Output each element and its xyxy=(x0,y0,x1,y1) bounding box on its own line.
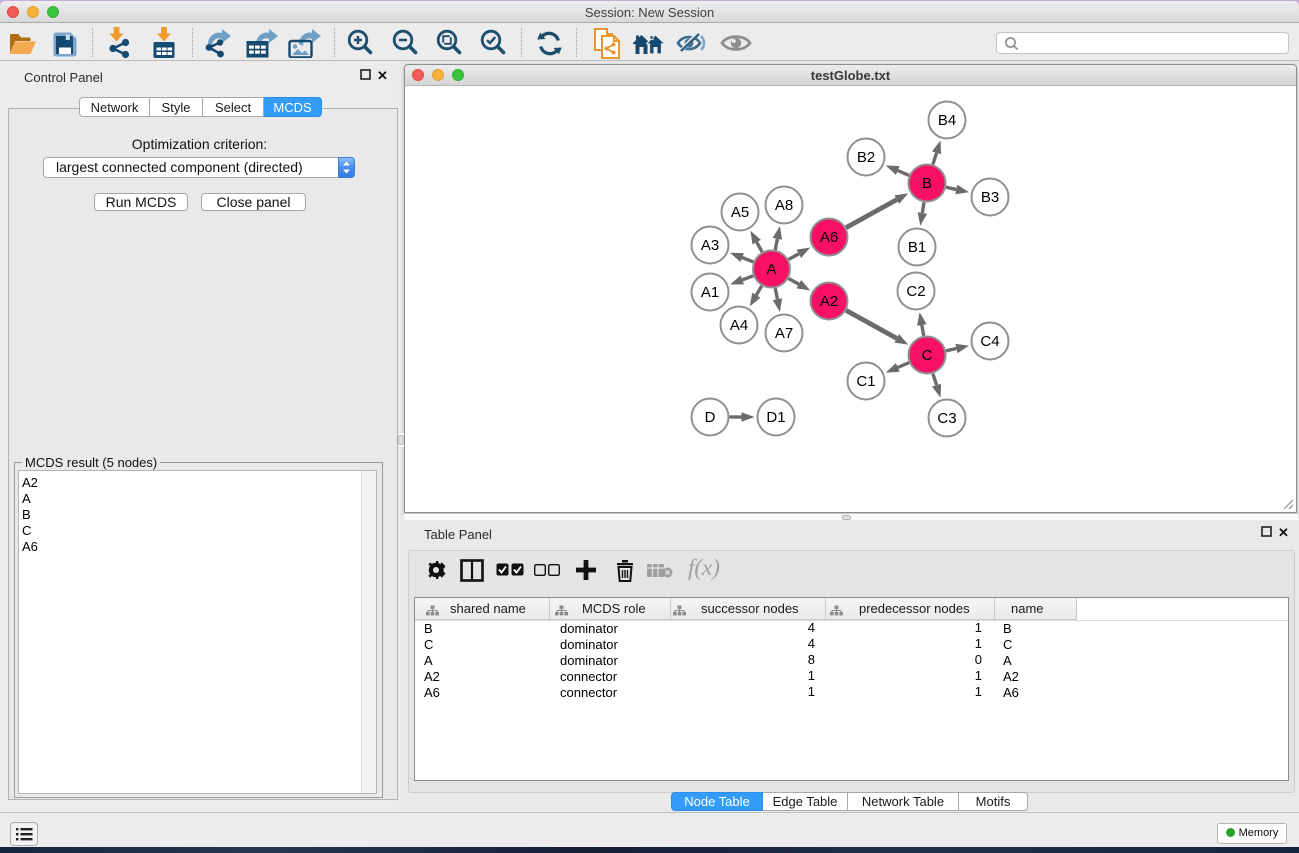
svg-text:B4: B4 xyxy=(938,112,956,129)
svg-text:A1: A1 xyxy=(701,284,719,301)
svg-text:B3: B3 xyxy=(981,189,999,206)
svg-text:C1: C1 xyxy=(856,373,875,390)
svg-text:A2: A2 xyxy=(820,293,838,310)
svg-text:B2: B2 xyxy=(857,149,875,166)
svg-text:C3: C3 xyxy=(937,410,956,427)
svg-text:B1: B1 xyxy=(908,239,926,256)
svg-text:A8: A8 xyxy=(775,197,793,214)
svg-text:A: A xyxy=(766,261,776,278)
svg-text:A5: A5 xyxy=(731,204,749,221)
svg-text:A3: A3 xyxy=(701,237,719,254)
svg-text:A6: A6 xyxy=(820,229,838,246)
svg-text:A4: A4 xyxy=(730,317,748,334)
svg-text:D1: D1 xyxy=(766,409,785,426)
svg-text:B: B xyxy=(922,175,932,192)
svg-text:C2: C2 xyxy=(906,283,925,300)
svg-text:D: D xyxy=(705,409,716,426)
svg-text:C: C xyxy=(922,347,933,364)
svg-text:C4: C4 xyxy=(980,333,999,350)
svg-text:A7: A7 xyxy=(775,325,793,342)
